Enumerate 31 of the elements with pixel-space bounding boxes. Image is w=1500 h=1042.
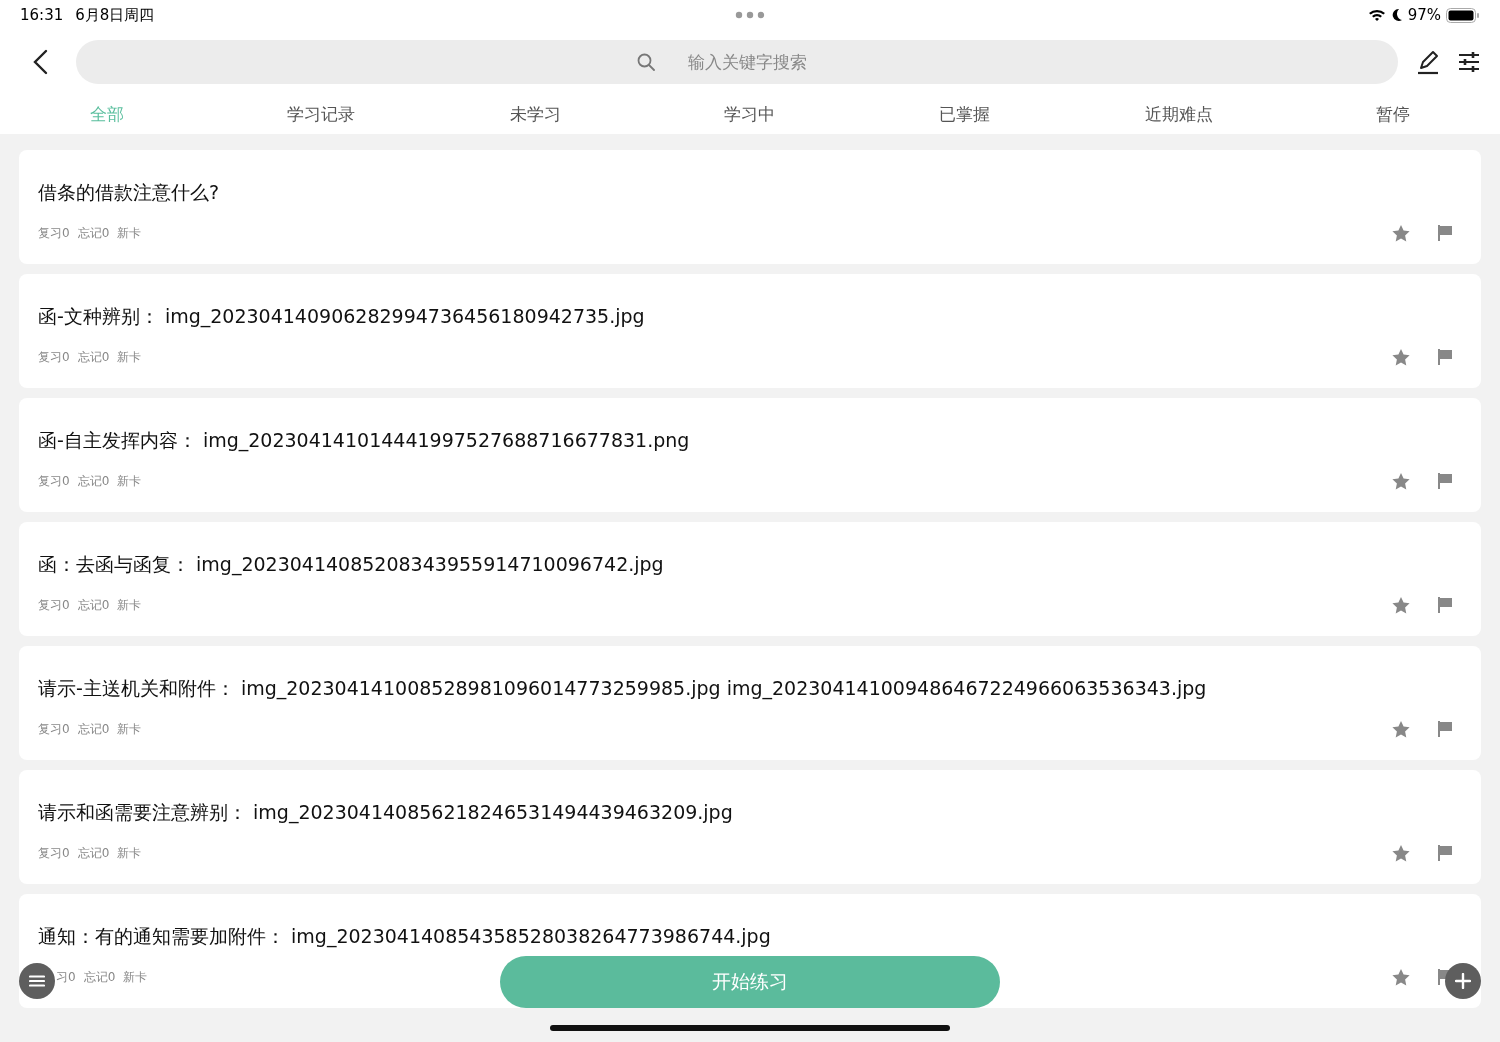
card-title: 请示-主送机关和附件： img_202304141008528981096014773259985.jpg img_202304141009486467224966063536343.jpg [38, 675, 1208, 702]
card-status: 新卡 [117, 472, 142, 490]
forget-count: 忘记0 [77, 844, 110, 862]
review-count: 复习0 [38, 720, 70, 738]
review-count: 复习0 [38, 472, 70, 490]
card-status: 新卡 [123, 968, 148, 986]
review-count: 复习0 [38, 224, 70, 242]
card-status: 新卡 [117, 224, 142, 242]
review-count: 复习0 [38, 844, 70, 862]
forget-count: 忘记0 [77, 596, 110, 614]
card-status: 新卡 [117, 348, 142, 366]
review-count: 复习0 [38, 596, 70, 614]
review-count: 习0 [56, 968, 76, 986]
card-title: 请示和函需要注意辨别： img_202304140856218246531494439463209.jpg [38, 799, 734, 826]
status-time: 16:31 [20, 6, 64, 24]
card-title: 借条的借款注意什么? [38, 179, 221, 205]
card-title: 函-文种辨别： img_202304140906282994736456180942735.jpg [38, 303, 646, 330]
card-title: 通知：有的通知需要加附件： img_202304140854358528038264773986744.jpg [38, 923, 772, 950]
forget-count: 忘记0 [83, 968, 116, 986]
forget-count: 忘记0 [77, 224, 110, 242]
forget-count: 忘记0 [77, 720, 110, 738]
card-status: 新卡 [117, 720, 142, 738]
review-count: 复习0 [38, 348, 70, 366]
status-date: 6月8日周四 [75, 5, 155, 25]
forget-count: 忘记0 [77, 472, 110, 490]
card-status: 新卡 [117, 844, 142, 862]
card-status: 新卡 [117, 596, 142, 614]
card-title: 函：去函与函复： img_20230414085208343955914710096742.jpg [38, 551, 665, 578]
forget-count: 忘记0 [77, 348, 110, 366]
battery-percent: 97% [1407, 6, 1441, 24]
card-title: 函-自主发挥内容： img_202304141014441997527688716677831.png [38, 427, 691, 454]
